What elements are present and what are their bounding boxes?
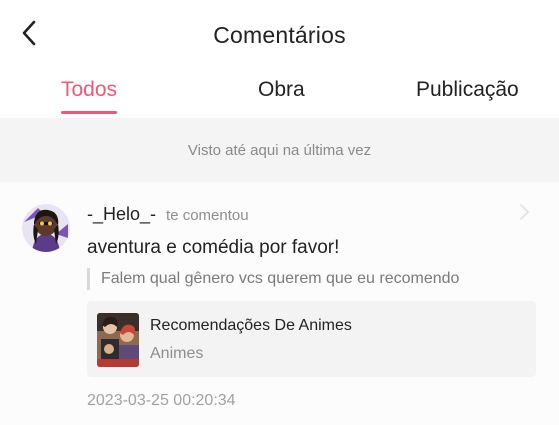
tab-label: Publicação [416, 78, 519, 101]
avatar[interactable] [22, 204, 70, 252]
page-title: Comentários [213, 22, 346, 48]
tab-label: Obra [258, 78, 305, 101]
tab-publicacao[interactable]: Publicação [416, 78, 519, 102]
work-title: Recomendações De Animes [150, 317, 352, 334]
last-seen-text: Visto até aqui na última vez [187, 141, 372, 159]
tab-obra[interactable]: Obra [258, 78, 305, 102]
work-category: Animes [150, 345, 204, 362]
last-seen-divider: Visto até aqui na última vez [0, 118, 559, 182]
comment-notification[interactable]: -_Helo_- te comentou aventura e comédia … [0, 182, 559, 425]
comment-timestamp: 2023-03-25 00:20:34 [87, 392, 236, 409]
comment-header: -_Helo_- te comentou [87, 204, 249, 225]
work-cover-thumbnail [97, 313, 139, 367]
tab-bar: Todos Obra Publicação [0, 66, 559, 118]
username[interactable]: -_Helo_- [87, 204, 156, 225]
action-text: te comentou [166, 207, 249, 224]
top-bar: Comentários [0, 0, 559, 66]
tab-label: Todos [61, 78, 118, 101]
active-tab-indicator [61, 111, 118, 114]
user-avatar-image [22, 204, 70, 252]
cover-image [97, 313, 139, 367]
quoted-post-text: Falem qual gênero vcs querem que eu reco… [87, 268, 459, 290]
work-card[interactable]: Recomendações De Animes Animes [87, 301, 536, 377]
tab-todos[interactable]: Todos [61, 78, 118, 114]
comment-text: aventura e comédia por favor! [87, 237, 340, 258]
chevron-right-icon[interactable] [514, 202, 534, 222]
